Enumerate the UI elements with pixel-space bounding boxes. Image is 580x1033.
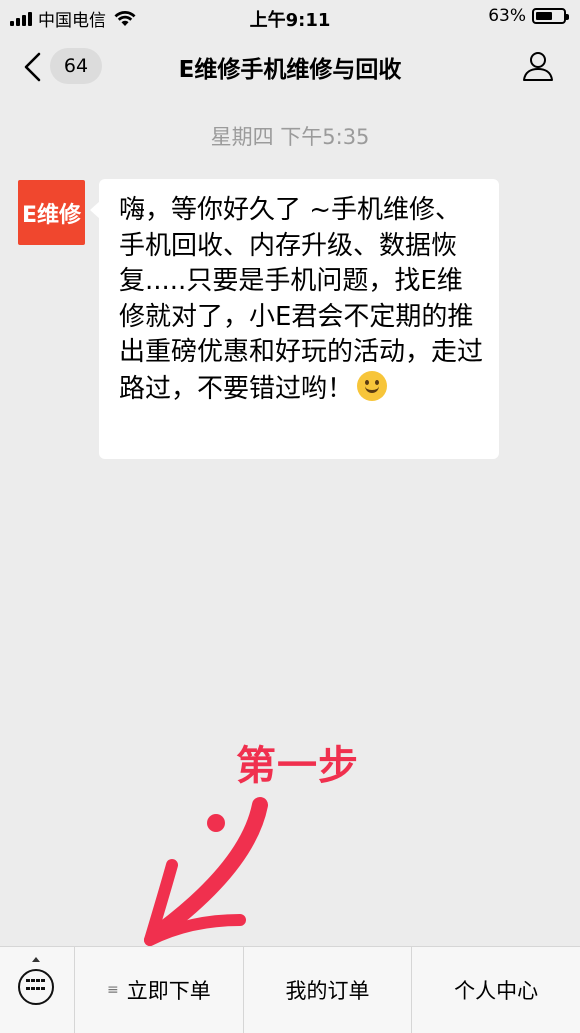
menu-my-orders[interactable]: 我的订单: [244, 947, 413, 1033]
annotation-arrow-icon: [144, 797, 268, 946]
submenu-lines-icon: ≡: [106, 982, 119, 998]
keyboard-toggle-button[interactable]: [0, 947, 75, 1033]
menu-personal-center[interactable]: 个人中心: [412, 947, 580, 1033]
page-title: E维修手机维修与回收: [178, 57, 402, 83]
avatar-text: E维修: [21, 202, 82, 228]
battery-icon: [532, 8, 569, 24]
message-bubble[interactable]: 嗨，等你好久了 ~手机维修、手机回收、内存升级、数据恢复.....只要是手机问题…: [90, 179, 499, 459]
up-triangle-icon: [32, 957, 40, 962]
status-bar: 中国电信 上午9:11 63%: [0, 0, 580, 34]
nav-bar: 64 E维修手机维修与回收: [0, 34, 580, 100]
status-right: 63%: [488, 6, 569, 26]
keyboard-icon: [18, 969, 54, 1005]
battery-percent: 63%: [488, 6, 526, 26]
menu-my-orders-label: 我的订单: [285, 979, 370, 1003]
menu-personal-center-label: 个人中心: [454, 979, 539, 1003]
menu-order-now-label: 立即下单: [126, 979, 211, 1003]
bottom-menu: ≡ 立即下单 我的订单 个人中心: [0, 946, 580, 1033]
menu-order-now[interactable]: ≡ 立即下单: [75, 947, 244, 1033]
person-icon[interactable]: [522, 50, 554, 82]
chat-timestamp: 星期四 下午5:35: [210, 125, 370, 149]
smile-emoji-icon: [357, 370, 388, 401]
message-text: 嗨，等你好久了 ~手机维修、手机回收、内存升级、数据恢复.....只要是手机问题…: [119, 195, 484, 404]
avatar[interactable]: E维修: [18, 180, 85, 245]
